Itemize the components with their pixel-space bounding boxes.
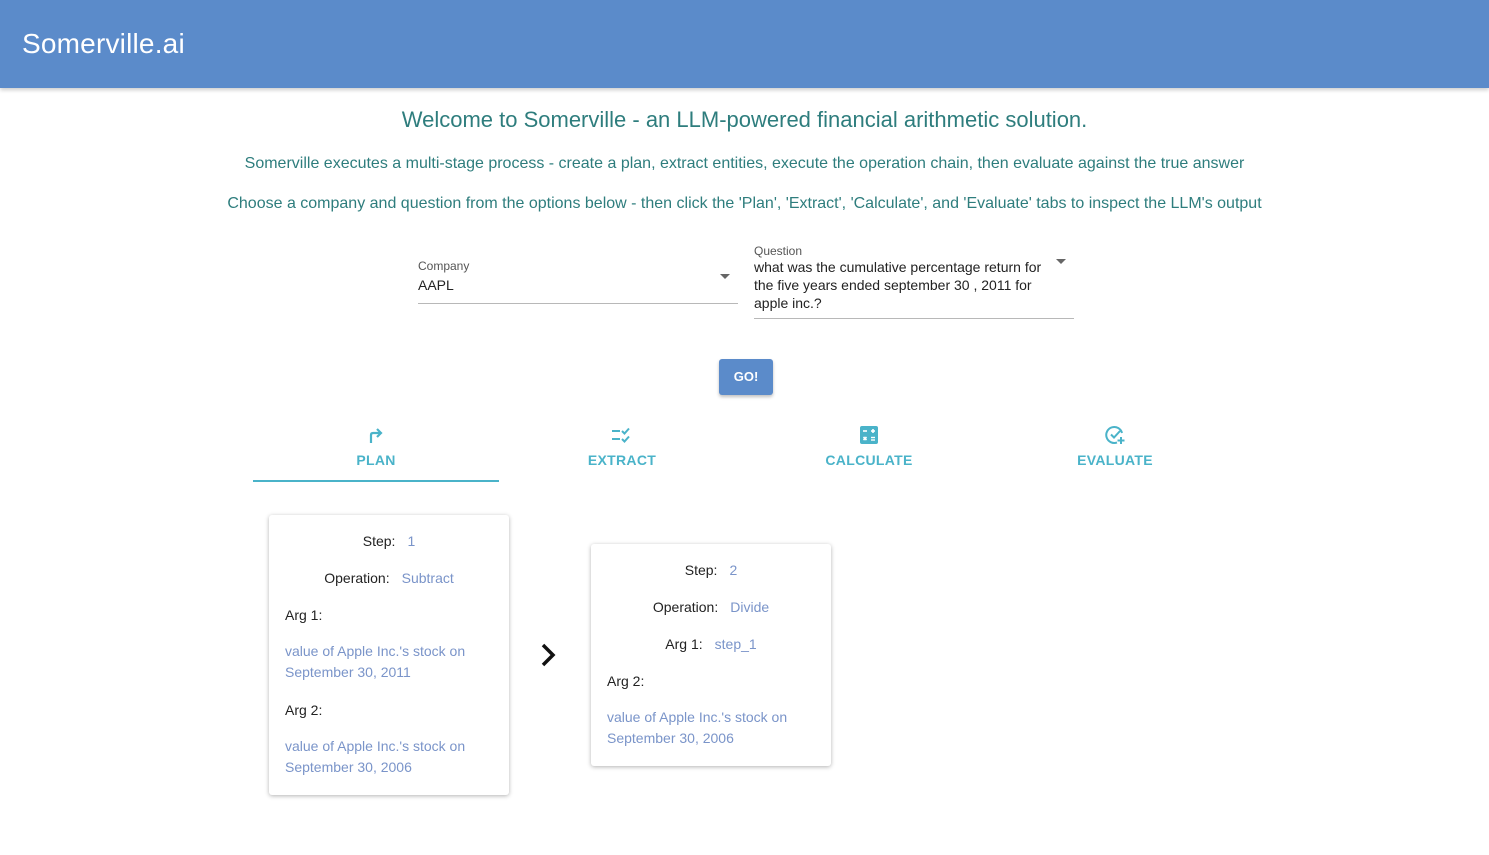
step-row: Step: 2 bbox=[591, 562, 831, 578]
step-row: Step: 1 bbox=[269, 533, 509, 549]
tab-calculate[interactable]: CALCULATE bbox=[746, 420, 992, 482]
checklist-icon bbox=[612, 427, 630, 443]
app-title[interactable]: Somerville.ai bbox=[22, 28, 185, 60]
intro-instructions: Choose a company and question from the o… bbox=[227, 195, 1262, 212]
question-label: Question bbox=[754, 244, 803, 258]
plan-step-card: Step: 1 Operation: Subtract Arg 1: value o… bbox=[269, 515, 509, 795]
arg2-label: Arg 2: bbox=[607, 673, 645, 689]
tab-plan[interactable]: PLAN bbox=[253, 420, 499, 482]
welcome-heading: Welcome to Somerville - an LLM-powered f… bbox=[401, 107, 1088, 132]
operation-value: Subtract bbox=[401, 570, 454, 586]
step-label: Step: bbox=[684, 562, 718, 578]
app-bar: Somerville.ai bbox=[0, 0, 1489, 88]
go-button[interactable]: GO! bbox=[719, 359, 773, 395]
tab-calculate-label: CALCULATE bbox=[825, 452, 913, 468]
operation-row: Operation: Subtract bbox=[269, 570, 509, 586]
operation-label: Operation: bbox=[324, 570, 390, 586]
tab-extract[interactable]: EXTRACT bbox=[499, 420, 745, 482]
check-circle-add-icon bbox=[1105, 426, 1125, 444]
operation-row: Operation: Divide bbox=[591, 599, 831, 615]
operation-label: Operation: bbox=[652, 599, 719, 615]
chevron-right-icon bbox=[541, 643, 556, 667]
tab-extract-label: EXTRACT bbox=[587, 452, 657, 468]
step-value: 1 bbox=[407, 533, 416, 549]
question-select[interactable]: Question what was the cumulative percent… bbox=[754, 243, 1074, 319]
company-select[interactable]: Company AAPL bbox=[418, 258, 738, 304]
tab-plan-label: PLAN bbox=[356, 452, 396, 468]
arg2-label: Arg 2: bbox=[285, 702, 323, 718]
arg1-row: Arg 1: step_1 bbox=[591, 636, 831, 652]
plan-step-card: Step: 2 Operation: Divide Arg 1: step_1 Arg… bbox=[591, 544, 831, 766]
company-label: Company bbox=[418, 259, 470, 273]
chevron-down-icon[interactable] bbox=[720, 274, 730, 279]
arg1-value: value of Apple Inc.'s stock on September… bbox=[285, 643, 466, 680]
arg2-value: value of Apple Inc.'s stock on September… bbox=[285, 738, 466, 775]
intro-description: Somerville executes a multi-stage proces… bbox=[244, 155, 1245, 172]
calculator-icon bbox=[860, 426, 878, 444]
tab-evaluate-label: EVALUATE bbox=[1077, 452, 1153, 468]
question-value[interactable]: what was the cumulative percentage retur… bbox=[754, 258, 1044, 312]
tab-evaluate[interactable]: EVALUATE bbox=[992, 420, 1238, 482]
chevron-down-icon[interactable] bbox=[1056, 259, 1066, 264]
arg1-value: step_1 bbox=[714, 636, 757, 652]
operation-value: Divide bbox=[730, 599, 770, 615]
arg1-label: Arg 1: bbox=[285, 607, 323, 623]
route-icon bbox=[369, 428, 383, 443]
step-value: 2 bbox=[729, 562, 738, 578]
company-value[interactable]: AAPL bbox=[418, 276, 454, 294]
step-label: Step: bbox=[362, 533, 396, 549]
arg2-value: value of Apple Inc.'s stock on September… bbox=[607, 709, 788, 746]
arg1-label: Arg 1: bbox=[665, 636, 703, 652]
